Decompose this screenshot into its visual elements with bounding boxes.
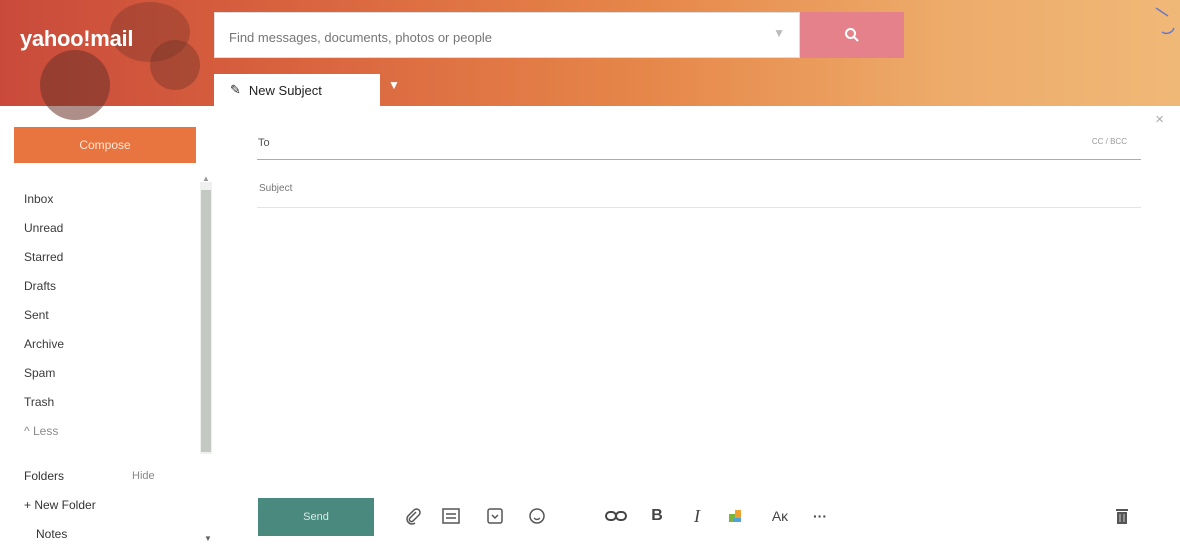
- italic-icon[interactable]: I: [688, 503, 706, 529]
- to-field[interactable]: To CC / BCC: [257, 124, 1141, 160]
- chevron-down-icon[interactable]: ▼: [773, 26, 785, 40]
- subject-field[interactable]: [257, 176, 1141, 208]
- to-label: To: [258, 137, 270, 149]
- sidebar-item-unread[interactable]: Unread: [24, 214, 184, 243]
- sidebar-less-toggle[interactable]: ^ Less: [24, 417, 184, 446]
- yahoo-mail-logo[interactable]: yahoo!mail: [20, 26, 133, 52]
- sidebar-item-starred[interactable]: Starred: [24, 243, 184, 272]
- new-folder-button[interactable]: + New Folder: [24, 491, 194, 520]
- scroll-up-icon[interactable]: ▲: [202, 174, 210, 183]
- sidebar-item-sent[interactable]: Sent: [24, 301, 184, 330]
- sidebar-item-spam[interactable]: Spam: [24, 359, 184, 388]
- compose-button[interactable]: Compose: [14, 127, 196, 163]
- scroll-down-icon[interactable]: ▼: [204, 534, 212, 543]
- message-body[interactable]: [257, 210, 1141, 480]
- send-button[interactable]: Send: [258, 498, 374, 536]
- sidebar-item-notes[interactable]: Notes: [24, 520, 194, 549]
- header-banner: yahoo!mail ▼ ✎ New Subject ▼: [0, 0, 1180, 120]
- image-icon[interactable]: [440, 503, 462, 529]
- search-button[interactable]: [800, 12, 904, 58]
- sidebar-item-archive[interactable]: Archive: [24, 330, 184, 359]
- bold-icon[interactable]: B: [648, 503, 666, 529]
- sidebar-scrollbar[interactable]: ▲: [200, 174, 212, 454]
- tab-new-subject[interactable]: ✎ New Subject: [214, 74, 380, 106]
- subject-input[interactable]: [257, 182, 861, 195]
- search-icon: [845, 28, 859, 42]
- sidebar-nav: Inbox Unread Starred Drafts Sent Archive…: [24, 185, 184, 446]
- close-icon[interactable]: ✕: [1155, 113, 1164, 126]
- header-decoration: [150, 40, 200, 90]
- paperclip-icon[interactable]: [402, 503, 424, 529]
- font-size-icon[interactable]: Aᴋ: [768, 503, 792, 529]
- folders-hide-link[interactable]: Hide: [132, 462, 155, 491]
- link-icon[interactable]: [604, 503, 628, 529]
- trash-icon[interactable]: [1112, 503, 1132, 529]
- pencil-icon: ✎: [230, 82, 241, 97]
- emoji-icon[interactable]: [526, 503, 548, 529]
- sidebar-item-drafts[interactable]: Drafts: [24, 272, 184, 301]
- chevron-down-icon[interactable]: ▼: [388, 78, 400, 92]
- more-icon[interactable]: ···: [808, 503, 832, 529]
- scrollbar-thumb[interactable]: [201, 190, 211, 452]
- search-box[interactable]: ▼: [214, 12, 800, 58]
- corner-icon[interactable]: [1154, 2, 1176, 38]
- color-icon[interactable]: [726, 503, 746, 529]
- folders-heading: Folders: [24, 469, 65, 483]
- tab-label: New Subject: [248, 82, 322, 98]
- sticker-icon[interactable]: [484, 503, 506, 529]
- header-decoration: [40, 50, 110, 120]
- sidebar-item-trash[interactable]: Trash: [24, 388, 184, 417]
- cc-bcc-link[interactable]: CC / BCC: [1092, 137, 1127, 146]
- folders-section: Folders Hide + New Folder Notes: [24, 462, 194, 549]
- sidebar-item-inbox[interactable]: Inbox: [24, 185, 184, 214]
- search-input[interactable]: [227, 25, 761, 49]
